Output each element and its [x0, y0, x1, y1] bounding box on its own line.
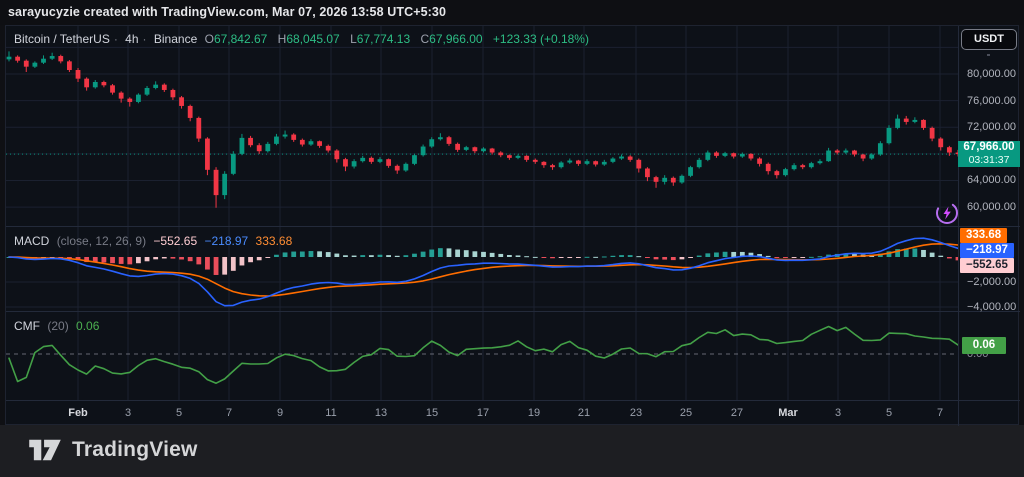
pane-separator[interactable]: [6, 226, 1020, 227]
tradingview-logo-icon: [28, 437, 62, 463]
time-axis-month-label: Mar: [778, 407, 798, 419]
price-axis-label: 72,000.00: [967, 121, 1016, 133]
time-axis-day-label: 5: [176, 407, 182, 419]
cmf-title[interactable]: CMF: [14, 319, 40, 333]
axis-tick-dot: [987, 54, 990, 56]
currency-toggle-button[interactable]: USDT: [961, 29, 1017, 50]
last-price-badge: 67,966.00 03:31:37: [958, 141, 1020, 167]
time-axis-day-label: 27: [731, 407, 743, 419]
footer-bar: TradingView: [0, 425, 1024, 477]
time-axis-day-label: 11: [325, 407, 336, 419]
pane-separator[interactable]: [6, 311, 1020, 312]
time-axis-day-label: 7: [937, 407, 943, 419]
time-axis-day-label: 13: [375, 407, 387, 419]
price-axis-label: 60,000.00: [967, 201, 1016, 213]
low-value: 67,774.13: [357, 32, 410, 46]
macd-histogram-value: −552.65: [153, 234, 197, 248]
bar-countdown: 03:31:37: [958, 154, 1020, 166]
macd-params: (close, 12, 26, 9): [57, 234, 146, 248]
time-axis-day-label: 25: [680, 407, 692, 419]
time-axis[interactable]: Feb 3 5 7 9 11 13 15 17 19 21 23 25 27 Mar 3 5 7: [6, 401, 958, 425]
cmf-value: 0.06: [76, 319, 99, 333]
macd-value-badge: 333.68: [960, 228, 1007, 243]
close-value: 67,966.00: [429, 32, 482, 46]
macd-signal-value: 333.68: [256, 234, 293, 248]
time-axis-day-label: 15: [426, 407, 438, 419]
time-axis-day-label: 9: [277, 407, 283, 419]
cmf-legend[interactable]: CMF (20) 0.06: [14, 319, 103, 333]
low-label: L: [350, 32, 357, 46]
pane-separator[interactable]: [6, 400, 1020, 401]
price-axis-label: 64,000.00: [967, 174, 1016, 186]
price-pane-canvas[interactable]: [6, 26, 958, 226]
last-price-value: 67,966.00: [958, 141, 1020, 154]
time-axis-day-label: 23: [630, 407, 642, 419]
interval-label[interactable]: 4h: [125, 32, 138, 46]
tradingview-logo[interactable]: TradingView: [28, 437, 198, 463]
macd-title[interactable]: MACD: [14, 234, 49, 248]
macd-axis-label: −2,000.00: [967, 276, 1016, 288]
macd-axis-label: −4,000.00: [967, 301, 1016, 313]
open-label: O: [205, 32, 214, 46]
cmf-pane-canvas[interactable]: [6, 312, 958, 400]
price-axis[interactable]: USDT 80,000.00 76,000.00 72,000.00 64,000.0…: [958, 26, 1020, 401]
open-value: 67,842.67: [214, 32, 267, 46]
exchange-label: Binance: [154, 32, 197, 46]
time-axis-day-label: 5: [886, 407, 892, 419]
close-label: C: [421, 32, 430, 46]
time-axis-day-label: 3: [125, 407, 131, 419]
time-axis-month-label: Feb: [68, 407, 88, 419]
high-value: 68,045.07: [286, 32, 339, 46]
macd-value-badge: −218.97: [960, 243, 1014, 258]
tradingview-snapshot: sarayucyzie created with TradingView.com…: [0, 0, 1024, 477]
time-axis-day-label: 17: [477, 407, 489, 419]
attribution-text: sarayucyzie created with TradingView.com…: [8, 5, 446, 19]
price-axis-label: 76,000.00: [967, 95, 1016, 107]
time-axis-day-label: 7: [226, 407, 232, 419]
cmf-value-badge: 0.06: [962, 337, 1006, 354]
time-axis-day-label: 21: [578, 407, 590, 419]
attribution-bar: sarayucyzie created with TradingView.com…: [0, 0, 1024, 25]
lightning-icon[interactable]: [934, 200, 960, 226]
price-axis-label: 80,000.00: [967, 68, 1016, 80]
symbol-title[interactable]: Bitcoin / TetherUS: [14, 32, 110, 46]
change-value: +123.33 (+0.18%): [493, 32, 589, 46]
cmf-params: (20): [47, 319, 68, 333]
macd-value-badge: −552.65: [960, 258, 1014, 273]
tradingview-brand-text: TradingView: [72, 438, 198, 462]
symbol-legend[interactable]: Bitcoin / TetherUS· 4h· Binance O67,842.…: [14, 32, 593, 46]
time-axis-day-label: 3: [835, 407, 841, 419]
macd-legend[interactable]: MACD (close, 12, 26, 9) −552.65 −218.97 …: [14, 234, 296, 248]
time-axis-day-label: 19: [528, 407, 540, 419]
macd-line-value: −218.97: [204, 234, 248, 248]
chart-frame: Bitcoin / TetherUS· 4h· Binance O67,842.…: [5, 25, 1019, 425]
